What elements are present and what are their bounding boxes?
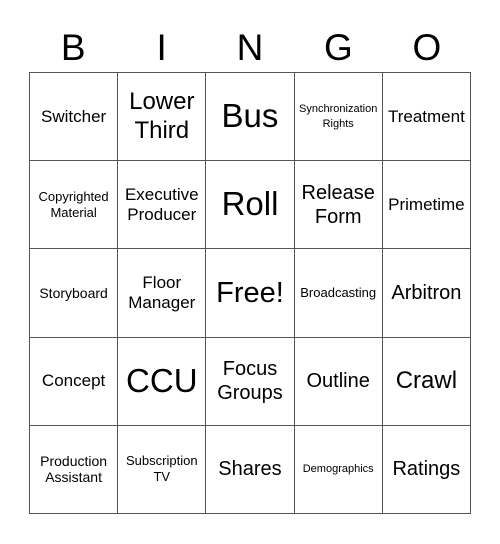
header-letter-n: N [236,27,264,68]
cell-text: Roll [221,185,279,223]
bingo-cell[interactable]: Switcher [30,73,119,162]
bingo-cell[interactable]: Broadcasting [294,249,383,338]
bingo-cell[interactable]: Crawl [382,337,471,426]
cell-text: Copyrighted Material [38,188,109,220]
bingo-cell[interactable]: Focus Groups [206,337,295,426]
bingo-cell[interactable]: Storyboard [30,249,119,338]
cell-text: Production Assistant [40,452,108,486]
bingo-cell[interactable]: Outline [294,337,383,426]
bingo-cell[interactable]: Bus [206,73,295,162]
bingo-cell[interactable]: Synchronization Rights [294,73,383,162]
bingo-cell[interactable]: Primetime [382,161,471,250]
cell-text: Concept [41,371,106,391]
cell-text: Synchronization Rights [299,103,378,130]
bingo-cell[interactable]: Executive Producer [118,161,207,250]
cell-text: Lower Third [129,87,195,144]
bingo-header: B I N G O [29,24,471,72]
cell-text: Demographics [302,463,374,476]
cell-text: Treatment [387,106,465,126]
cell-text: Shares [218,458,282,481]
cell-text: Storyboard [39,284,108,301]
cell-text: Subscription TV [126,453,198,485]
cell-text: Executive Producer [124,185,199,224]
bingo-cell[interactable]: Lower Third [118,73,207,162]
header-letter-g: G [324,27,353,68]
bingo-cell[interactable]: CCU [118,337,207,426]
header-letter-i: I [156,27,167,68]
cell-text: Floor Manager [128,273,196,312]
bingo-cell[interactable]: Ratings [382,425,471,514]
bingo-cell[interactable]: Concept [30,337,119,426]
cell-text: Primetime [388,195,465,215]
cell-text: CCU [126,361,198,399]
bingo-cell[interactable]: Arbitron [382,249,471,338]
cell-text: Ratings [392,458,461,481]
bingo-cell[interactable]: Floor Manager [118,249,207,338]
cell-text: Broadcasting [300,284,377,300]
cell-text: Switcher [41,106,107,126]
bingo-cell[interactable]: Demographics [294,425,383,514]
bingo-cell[interactable]: Treatment [382,73,471,162]
bingo-cell[interactable]: Roll [206,161,295,250]
bingo-cell[interactable]: Copyrighted Material [30,161,119,250]
bingo-cell[interactable]: Release Form [294,161,383,250]
cell-text: Crawl [395,366,458,394]
bingo-cell[interactable]: Shares [206,425,295,514]
cell-text: Release Form [301,181,375,228]
cell-text: Free! [216,276,284,309]
bingo-cell-free[interactable]: Free! [206,249,295,338]
bingo-cell[interactable]: Subscription TV [118,425,207,514]
cell-text: Focus Groups [217,358,283,405]
bingo-grid: Switcher Lower Third Bus Synchronization… [29,72,471,514]
cell-text: Bus [221,97,279,135]
header-letter-o: O [412,27,442,68]
cell-text: Outline [306,370,370,393]
bingo-cell[interactable]: Production Assistant [30,425,119,514]
header-letter-b: B [60,27,86,68]
cell-text: Arbitron [391,281,462,304]
